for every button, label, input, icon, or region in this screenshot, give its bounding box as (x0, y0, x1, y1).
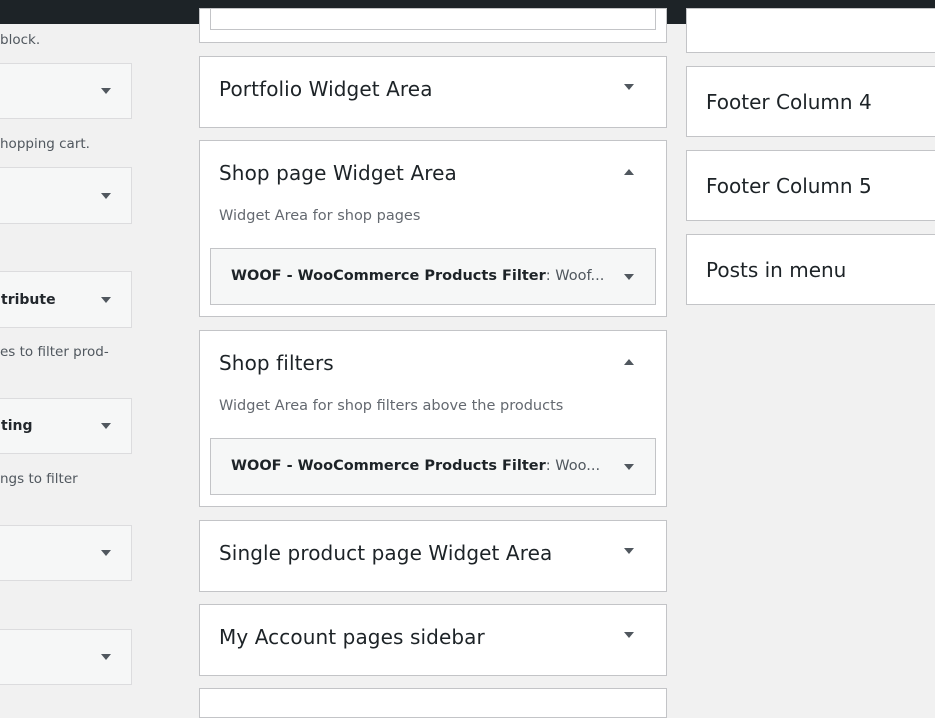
sidebar-portfolio[interactable]: Portfolio Widget Area (199, 56, 667, 128)
sidebar-title[interactable]: Shop page Widget Area (219, 161, 457, 185)
widget[interactable] (210, 9, 656, 30)
widget-title[interactable]: WOOF - WooCommerce Products Filter: Woof… (231, 268, 604, 284)
widget-description: block. (0, 32, 41, 48)
chevron-down-icon[interactable] (101, 423, 111, 429)
sidebar-my-account[interactable]: My Account pages sidebar (199, 604, 667, 676)
chevron-down-icon[interactable] (101, 296, 111, 303)
widget-title[interactable]: WOOF - WooCommerce Products Filter: Woo.… (231, 458, 600, 474)
chevron-up-icon[interactable] (624, 169, 634, 175)
available-widget[interactable] (0, 525, 132, 581)
widget-description: hopping cart. (0, 136, 90, 152)
sidebar-shop-filters[interactable]: Shop filters Widget Area for shop filter… (199, 330, 667, 507)
available-widget-rating[interactable]: ting (0, 398, 132, 454)
available-widget[interactable] (0, 63, 132, 119)
chevron-down-icon[interactable] (624, 274, 634, 280)
widget-description: ngs to filter (0, 471, 78, 487)
widget-instance-title: : Woof... (545, 268, 605, 284)
chevron-down-icon[interactable] (101, 192, 111, 199)
widget-instance-title: : Woo... (545, 458, 601, 474)
sidebar-shop-page[interactable]: Shop page Widget Area Widget Area for sh… (199, 140, 667, 317)
chevron-down-icon[interactable] (101, 88, 111, 94)
sidebar-description: Widget Area for shop filters above the p… (219, 398, 564, 414)
widget-label: tribute (1, 291, 56, 308)
sidebar-previous[interactable] (686, 8, 935, 53)
sidebar-previous[interactable] (199, 8, 667, 43)
chevron-down-icon[interactable] (624, 632, 634, 638)
widget-woof-filter[interactable]: WOOF - WooCommerce Products Filter: Woof… (210, 248, 656, 305)
widget-woof-filter[interactable]: WOOF - WooCommerce Products Filter: Woo.… (210, 438, 656, 495)
sidebar-description: Widget Area for shop pages (219, 208, 421, 224)
chevron-down-icon[interactable] (624, 464, 634, 470)
chevron-up-icon[interactable] (624, 359, 634, 365)
sidebar-title[interactable]: Posts in menu (706, 258, 846, 282)
widget-label: ting (1, 418, 33, 434)
sidebar-footer-column-4[interactable]: Footer Column 4 (686, 66, 935, 137)
sidebar-next[interactable] (199, 688, 667, 718)
chevron-down-icon[interactable] (624, 84, 634, 90)
sidebar-single-product[interactable]: Single product page Widget Area (199, 520, 667, 592)
sidebar-title[interactable]: Portfolio Widget Area (219, 77, 433, 101)
sidebar-title[interactable]: Single product page Widget Area (219, 541, 552, 565)
sidebar-title[interactable]: Footer Column 5 (706, 174, 872, 198)
widget-description: es to filter prod- (0, 344, 109, 360)
sidebar-title[interactable]: My Account pages sidebar (219, 625, 485, 649)
sidebar-posts-in-menu[interactable]: Posts in menu (686, 234, 935, 305)
chevron-down-icon[interactable] (624, 548, 634, 554)
sidebar-footer-column-5[interactable]: Footer Column 5 (686, 150, 935, 221)
sidebar-title[interactable]: Shop filters (219, 351, 334, 375)
available-widget[interactable] (0, 167, 132, 224)
chevron-down-icon[interactable] (101, 654, 111, 660)
available-widget-attribute[interactable]: tribute (0, 271, 132, 328)
sidebar-title[interactable]: Footer Column 4 (706, 90, 872, 114)
available-widget[interactable] (0, 629, 132, 685)
chevron-down-icon[interactable] (101, 550, 111, 556)
